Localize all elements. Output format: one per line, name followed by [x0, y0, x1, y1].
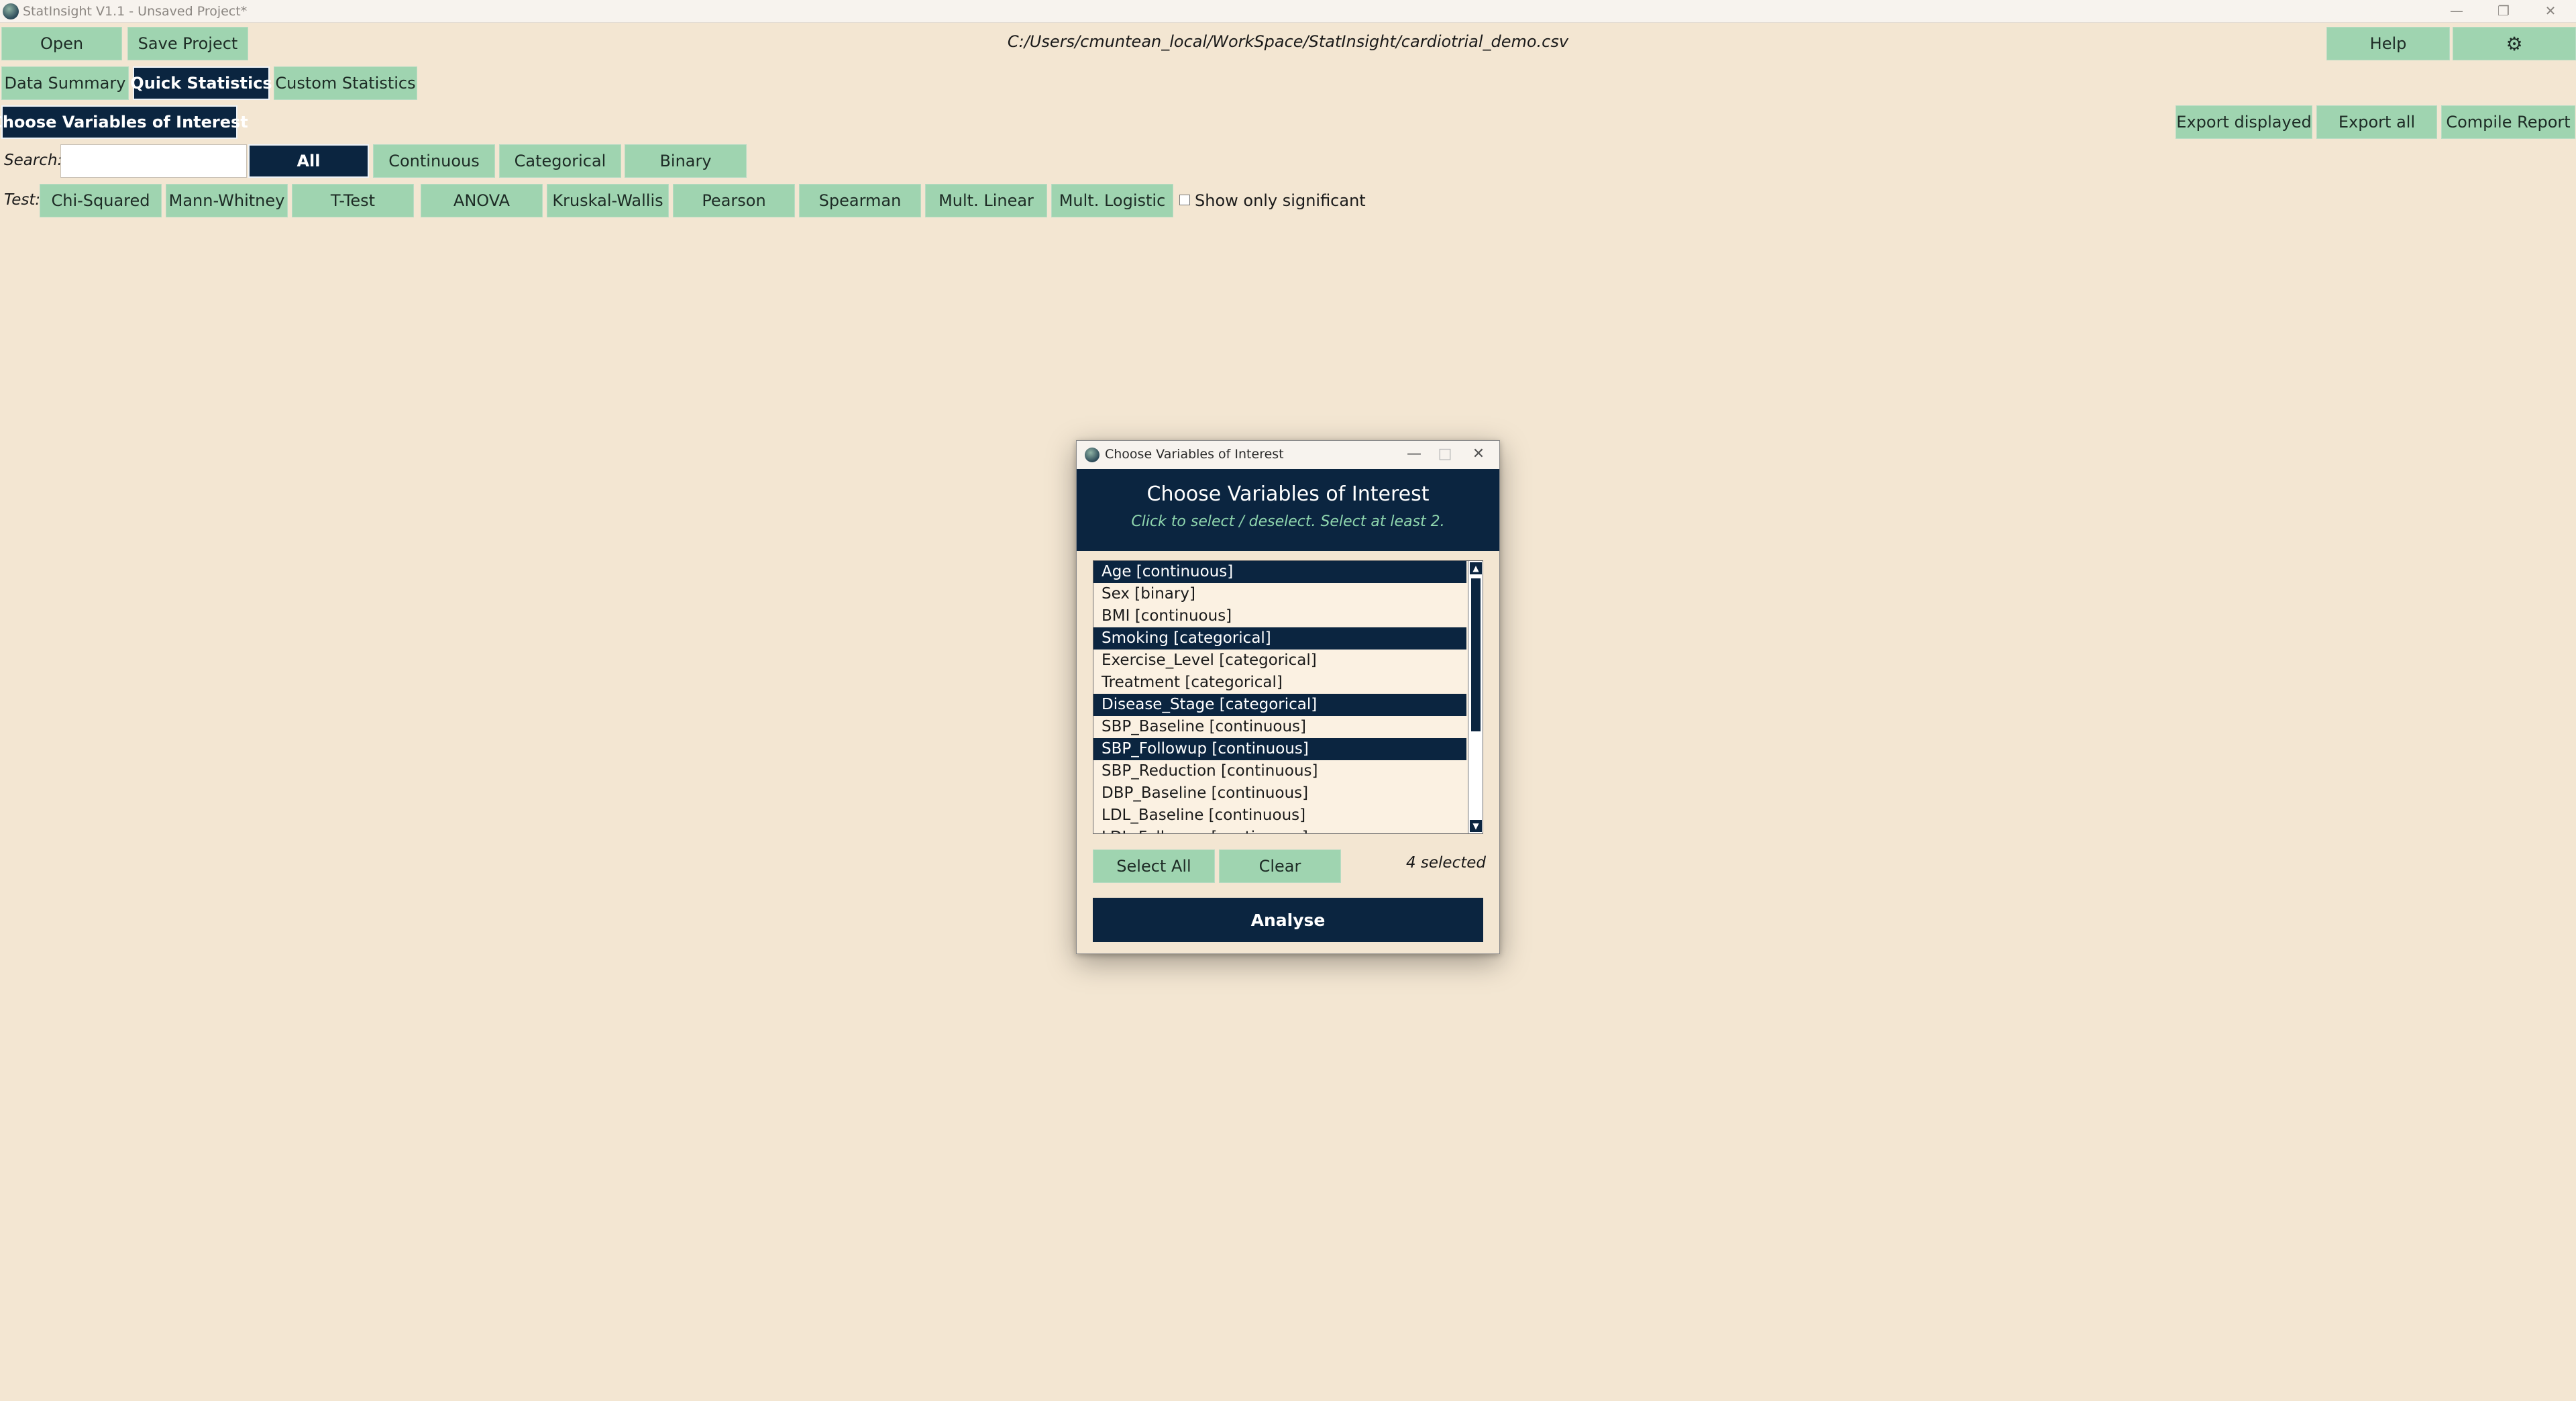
clear-button[interactable]: Clear	[1219, 849, 1341, 883]
test-mult-logistic-button[interactable]: Mult. Logistic	[1051, 184, 1173, 217]
variable-item[interactable]: SBP_Followup [continuous]	[1093, 738, 1466, 760]
dialog-window-title: Choose Variables of Interest	[1105, 447, 1284, 462]
dialog-titlebar[interactable]: Choose Variables of Interest — □ ✕	[1077, 441, 1499, 469]
choose-variables-button[interactable]: Choose Variables of Interest	[0, 105, 248, 139]
choose-variables-dialog: Choose Variables of Interest — □ ✕ Choos…	[1076, 440, 1500, 954]
tab-quick-statistics[interactable]: Quick Statistics	[130, 66, 272, 100]
filter-categorical-button[interactable]: Categorical	[499, 144, 621, 178]
test-label: Test:	[4, 191, 41, 209]
scroll-up-icon[interactable]: ▲	[1470, 562, 1482, 574]
test-kruskal-wallis-button[interactable]: Kruskal-Wallis	[547, 184, 669, 217]
dialog-maximize-button: □	[1438, 446, 1452, 462]
search-input[interactable]	[60, 144, 247, 178]
test-mann-whitney-button[interactable]: Mann-Whitney	[166, 184, 288, 217]
variables-scrollbar[interactable]: ▲ ▼	[1468, 561, 1483, 833]
variable-item[interactable]: Disease_Stage [categorical]	[1093, 694, 1466, 716]
variable-item[interactable]: Treatment [categorical]	[1093, 672, 1466, 694]
variable-item[interactable]: BMI [continuous]	[1093, 605, 1466, 627]
dialog-close-button[interactable]: ✕	[1462, 444, 1495, 466]
open-button[interactable]: Open	[1, 27, 122, 60]
select-all-button[interactable]: Select All	[1093, 849, 1215, 883]
variables-listbox[interactable]: Age [continuous] Sex [binary] BMI [conti…	[1093, 560, 1483, 834]
search-label: Search:	[4, 152, 63, 169]
test-spearman-button[interactable]: Spearman	[799, 184, 921, 217]
variable-item[interactable]: DBP_Baseline [continuous]	[1093, 782, 1466, 805]
tab-custom-statistics[interactable]: Custom Statistics	[274, 66, 417, 100]
restore-window-button[interactable]: ❐	[2483, 0, 2524, 23]
variable-item[interactable]: Sex [binary]	[1093, 583, 1466, 605]
scroll-down-icon[interactable]: ▼	[1470, 820, 1482, 832]
filter-binary-button[interactable]: Binary	[625, 144, 747, 178]
variable-item[interactable]: LDL_Followup [continuous]	[1093, 827, 1466, 833]
help-button[interactable]: Help	[2326, 27, 2450, 60]
close-window-button[interactable]: ✕	[2530, 0, 2571, 23]
app-logo-icon	[3, 3, 19, 19]
show-only-significant-checkbox[interactable]	[1179, 195, 1190, 205]
gear-icon: ⚙	[2506, 32, 2523, 55]
show-only-significant-label: Show only significant	[1195, 191, 1366, 210]
window-title: StatInsight V1.1 - Unsaved Project*	[23, 4, 248, 19]
tab-data-summary[interactable]: Data Summary	[1, 66, 129, 100]
dialog-heading: Choose Variables of Interest	[1146, 482, 1430, 506]
compile-report-button[interactable]: Compile Report	[2441, 105, 2575, 139]
filter-all-button[interactable]: All	[248, 144, 369, 178]
dialog-subtitle: Click to select / deselect. Select at le…	[1131, 513, 1445, 530]
dialog-minimize-button[interactable]: —	[1397, 444, 1431, 466]
variable-item[interactable]: SBP_Reduction [continuous]	[1093, 760, 1466, 782]
dialog-app-icon	[1085, 448, 1099, 462]
save-project-button[interactable]: Save Project	[127, 27, 248, 60]
file-path: C:/Users/cmuntean_local/WorkSpace/StatIn…	[1007, 32, 1569, 51]
filter-continuous-button[interactable]: Continuous	[373, 144, 495, 178]
variable-item[interactable]: Age [continuous]	[1093, 561, 1466, 583]
analyse-button[interactable]: Analyse	[1093, 898, 1483, 942]
test-anova-button[interactable]: ANOVA	[421, 184, 543, 217]
test-mult-linear-button[interactable]: Mult. Linear	[925, 184, 1047, 217]
window-titlebar: StatInsight V1.1 - Unsaved Project* — ❐ …	[0, 0, 2576, 23]
variable-item[interactable]: LDL_Baseline [continuous]	[1093, 805, 1466, 827]
variable-item[interactable]: Exercise_Level [categorical]	[1093, 650, 1466, 672]
scrollbar-thumb[interactable]	[1471, 578, 1481, 731]
export-displayed-button[interactable]: Export displayed	[2176, 105, 2312, 139]
variable-item[interactable]: Smoking [categorical]	[1093, 627, 1466, 650]
dialog-header	[1077, 469, 1499, 551]
minimize-window-button[interactable]: —	[2436, 0, 2477, 23]
selected-count: 4 selected	[1405, 854, 1486, 872]
test-t-test-button[interactable]: T-Test	[292, 184, 414, 217]
test-chi-squared-button[interactable]: Chi-Squared	[40, 184, 162, 217]
test-pearson-button[interactable]: Pearson	[673, 184, 795, 217]
export-all-button[interactable]: Export all	[2316, 105, 2437, 139]
settings-button[interactable]: ⚙	[2453, 27, 2576, 60]
variable-item[interactable]: SBP_Baseline [continuous]	[1093, 716, 1466, 738]
